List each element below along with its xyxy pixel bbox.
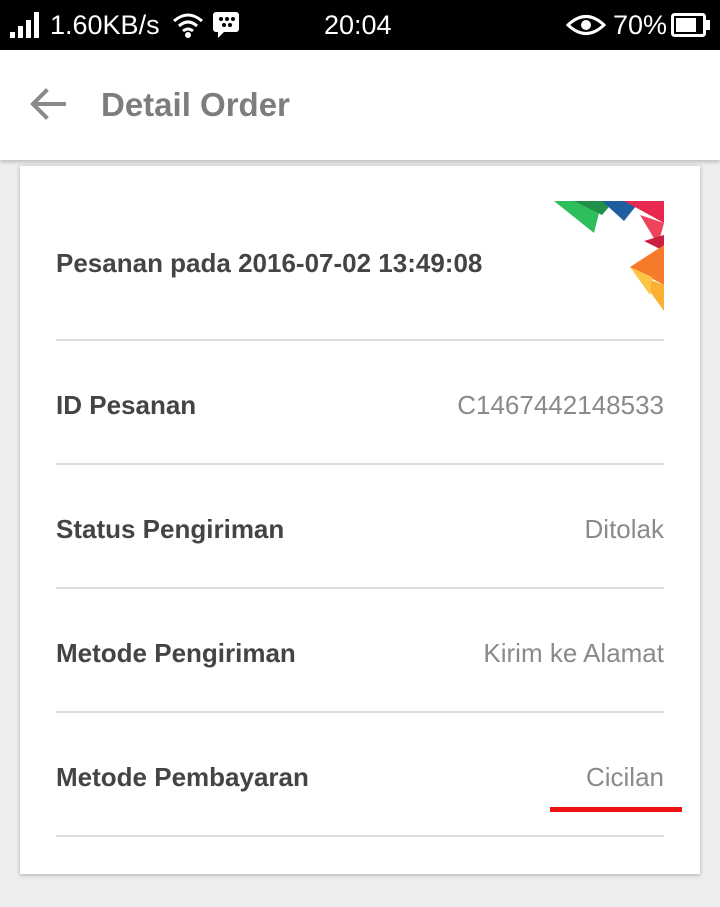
eye-icon xyxy=(566,0,606,50)
decorative-triangles-icon xyxy=(554,201,664,311)
signal-icon xyxy=(10,0,44,50)
order-detail-card: Pesanan pada 2016-07-02 13:49:08 ID Pesa… xyxy=(20,166,700,874)
network-speed: 1.60KB/s xyxy=(50,9,160,40)
bbm-icon xyxy=(212,0,240,50)
shipping-status-label: Status Pengiriman xyxy=(56,514,285,544)
app-bar: Detail Order xyxy=(0,50,720,160)
wifi-icon xyxy=(172,0,204,50)
divider xyxy=(56,835,664,837)
shipping-method-label: Metode Pengiriman xyxy=(56,638,296,668)
divider xyxy=(56,587,664,589)
back-button[interactable] xyxy=(24,80,72,128)
highlight-underline xyxy=(550,807,682,812)
status-bar: 1.60KB/s 20:04 70% xyxy=(0,0,720,50)
payment-method-label: Metode Pembayaran xyxy=(56,762,309,792)
order-id-value: C1467442148533 xyxy=(457,390,664,420)
divider xyxy=(56,711,664,713)
battery-percent: 70% xyxy=(613,9,668,40)
payment-method-value: Cicilan xyxy=(585,762,664,792)
clock: 20:04 xyxy=(324,9,392,40)
shipping-status-value: Ditolak xyxy=(584,514,664,544)
divider xyxy=(56,463,664,465)
shipping-method-value: Kirim ke Alamat xyxy=(483,638,664,668)
order-date-heading: Pesanan pada 2016-07-02 13:49:08 xyxy=(56,248,483,278)
order-id-label: ID Pesanan xyxy=(56,390,197,420)
battery-icon xyxy=(671,0,711,50)
page-title: Detail Order xyxy=(101,86,290,123)
back-arrow-icon xyxy=(30,88,66,120)
divider xyxy=(56,339,664,341)
